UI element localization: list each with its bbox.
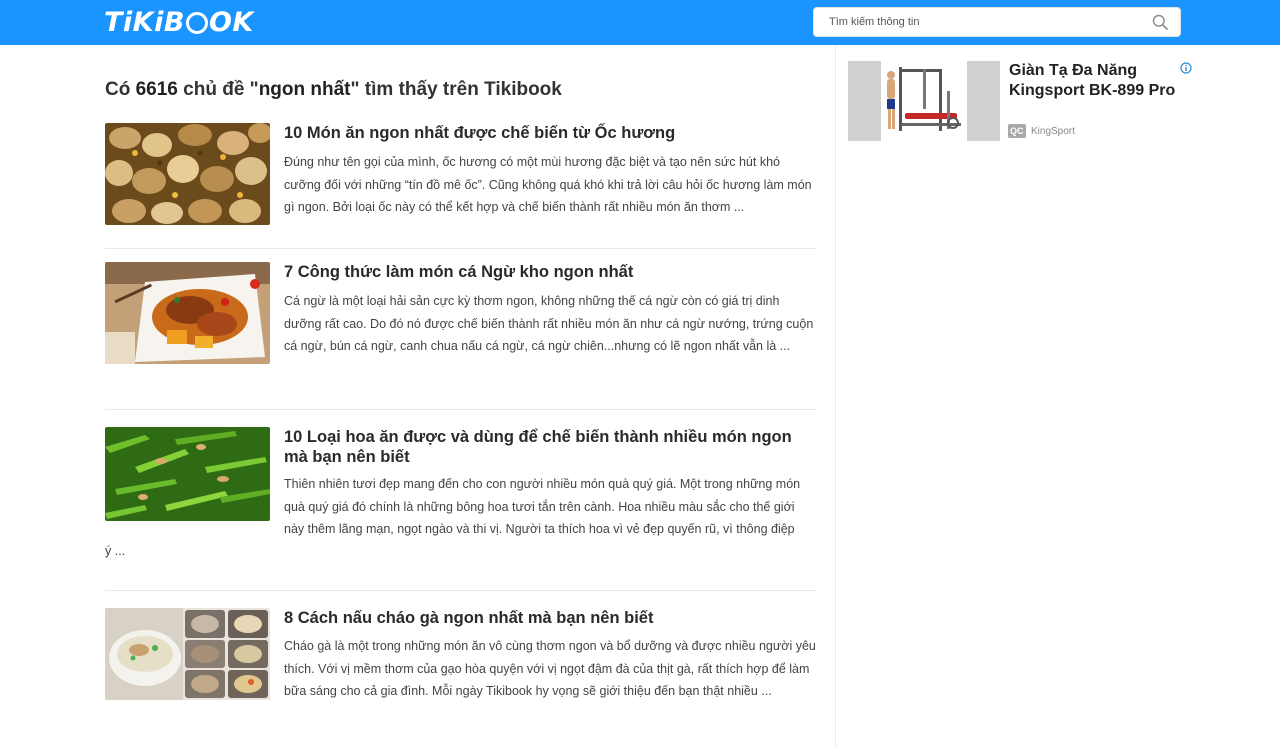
right-sidebar: Giàn Tạ Đa Năng Kingsport BK-899 Pro QC … [836,45,1280,748]
ad-info-icon[interactable] [1180,62,1192,74]
article-divider [105,409,816,410]
article-excerpt: Cá ngừ là một loại hải sản cực kỳ thơm n… [284,294,814,353]
sponsored-ad[interactable]: Giàn Tạ Đa Năng Kingsport BK-899 Pro QC … [848,61,1192,141]
search-icon[interactable] [1152,14,1168,30]
ad-badge: QC [1008,124,1026,138]
ad-product-image [881,61,967,141]
article-divider [105,590,816,591]
article-item: 10 Món ăn ngon nhất được chế biến từ Ốc … [105,123,816,225]
results-count: 6616 [135,79,178,100]
ad-brand[interactable]: KingSport [1031,126,1075,137]
article-title[interactable]: 10 Món ăn ngon nhất được chế biến từ Ốc … [284,123,816,143]
top-header: TiKiB OK [0,0,1280,45]
article-excerpt: Đúng như tên gọi của mình, ốc hương có m… [284,155,812,214]
article-item: 7 Công thức làm món cá Ngừ kho ngon nhất… [105,262,816,364]
logo-text-start: TiKiB [104,6,185,38]
ad-title[interactable]: Giàn Tạ Đa Năng Kingsport BK-899 Pro [1009,61,1189,100]
logo-o-icon [185,12,208,34]
search-input[interactable] [814,8,1144,36]
article-thumbnail[interactable] [105,262,270,364]
article-title[interactable]: 8 Cách nấu cháo gà ngon nhất mà bạn nên … [284,608,816,628]
article-item: 8 Cách nấu cháo gà ngon nhất mà bạn nên … [105,608,816,728]
main-content: Có 6616 chủ đề "ngon nhất" tìm thấy trên… [0,45,835,748]
results-heading: Có 6616 chủ đề "ngon nhất" tìm thấy trên… [105,79,562,100]
article-divider [105,248,816,249]
tikibook-logo[interactable]: TiKiB OK [104,6,254,38]
article-title[interactable]: 10 Loại hoa ăn được và dùng để chế biến … [284,427,816,467]
tuna-dish-image [105,262,270,364]
article-item: 10 Loại hoa ăn được và dùng để chế biến … [105,427,816,587]
snail-dish-image [105,123,270,225]
article-excerpt-tail: ý ... [105,544,126,558]
flower-dish-image [105,427,270,521]
search-box [813,7,1181,37]
article-excerpt: Cháo gà là một trong những món ăn vô cùn… [284,639,816,698]
ad-image[interactable] [848,61,1000,141]
gym-machine-icon [887,67,961,131]
results-query: ngon nhất [258,79,351,100]
logo-text-end: OK [208,6,254,38]
article-thumbnail[interactable] [105,608,270,700]
article-thumbnail[interactable] [105,427,270,521]
chicken-porridge-image [105,608,270,700]
article-thumbnail[interactable] [105,123,270,225]
article-title[interactable]: 7 Công thức làm món cá Ngừ kho ngon nhất [284,262,816,282]
article-excerpt: Thiên nhiên tươi đẹp mang đến cho con ng… [284,477,801,536]
